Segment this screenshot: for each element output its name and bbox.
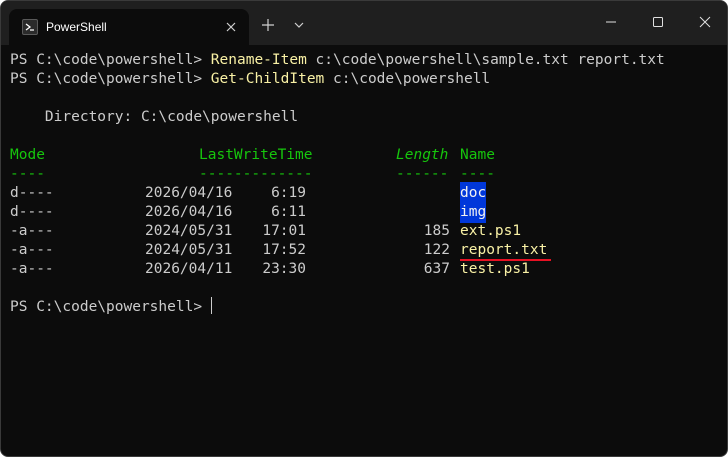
- command-name: Get-ChildItem: [210, 71, 325, 87]
- directory-label: Directory: C:\code\powershell: [10, 109, 299, 125]
- tab-title: PowerShell: [46, 20, 107, 34]
- row-length: 637: [423, 261, 450, 277]
- command-line: PS C:\code\powershell> Get-ChildItem c:\…: [10, 68, 490, 90]
- close-window-icon[interactable]: [681, 1, 727, 43]
- plus-icon[interactable]: [258, 15, 280, 35]
- row-date: 2026/04/11: [145, 261, 233, 277]
- row-name: test.ps1: [460, 261, 530, 277]
- terminal-output[interactable]: PS C:\code\powershell> Rename-Item c:\co…: [10, 48, 720, 448]
- table-row: -a--- 2026/04/11 23:30 637 test.ps1: [10, 258, 720, 280]
- close-icon[interactable]: [222, 18, 240, 36]
- tab-powershell[interactable]: PowerShell: [9, 9, 249, 45]
- command-args: c:\code\powershell\sample.txt report.txt: [306, 52, 665, 68]
- title-bar: PowerShell: [1, 1, 727, 45]
- prompt: PS C:\code\powershell>: [10, 71, 211, 87]
- final-prompt-line: PS C:\code\powershell>: [10, 296, 213, 318]
- maximize-icon[interactable]: [634, 1, 680, 43]
- prompt: PS C:\code\powershell>: [10, 52, 211, 68]
- chevron-down-icon[interactable]: [289, 15, 311, 35]
- text-cursor: [210, 297, 213, 314]
- minimize-icon[interactable]: [587, 1, 633, 43]
- command-name: Rename-Item: [210, 52, 307, 68]
- command-args: c:\code\powershell: [324, 71, 491, 87]
- row-time: 23:30: [262, 261, 306, 277]
- powershell-icon: [22, 19, 38, 35]
- prompt: PS C:\code\powershell>: [10, 299, 211, 315]
- row-mode: -a---: [10, 261, 54, 277]
- terminal-window: PowerShell PS C:\code\powershell> Rename…: [0, 0, 728, 457]
